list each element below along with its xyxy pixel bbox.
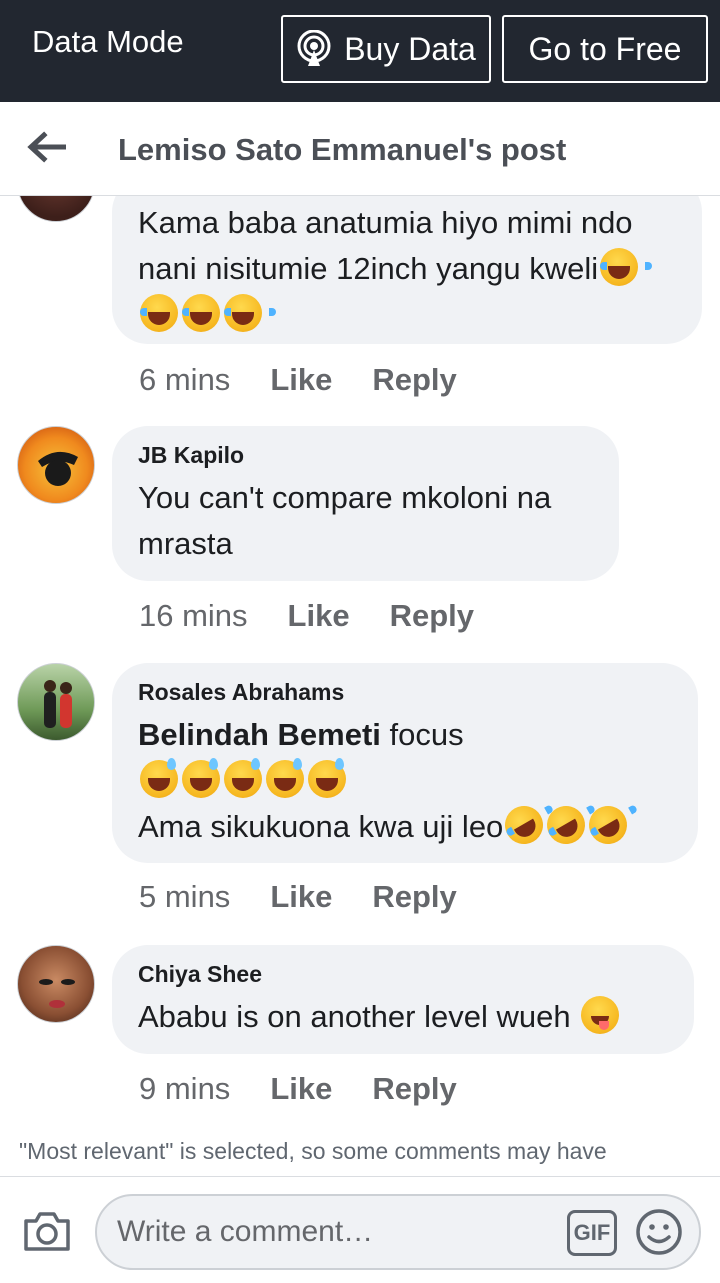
like-button[interactable]: Like [270,362,332,398]
reply-button[interactable]: Reply [372,362,456,398]
face-savoring-food-emoji-icon [581,996,620,1034]
comment-time: 6 mins [139,362,231,397]
comment-bubble[interactable]: Rosales Abrahams Belindah Bemeti focus A… [112,663,698,863]
comment-text: You can't compare mkoloni na mrasta [138,480,552,561]
like-button[interactable]: Like [270,879,332,915]
like-button[interactable]: Like [288,598,350,634]
camera-icon[interactable] [22,1209,72,1253]
avatar[interactable] [17,663,95,741]
reply-button[interactable]: Reply [390,598,474,634]
comment-time: 16 mins [139,598,248,633]
post-header: Lemiso Sato Emmanuel's post [0,102,720,196]
avatar-people-icon [44,680,72,728]
grinning-sweat-emoji-icon [266,758,304,798]
rolling-laughing-emoji-icon [498,799,551,851]
comment-input[interactable]: Write a comment… GIF [95,1194,701,1270]
smiley-icon[interactable] [635,1208,683,1256]
comment-meta: 5 mins Like Reply [139,879,497,915]
tears-of-joy-emoji-icon [600,248,653,286]
page-title: Lemiso Sato Emmanuel's post [118,132,567,167]
comment-author[interactable]: JB Kapilo [138,442,593,469]
tears-of-joy-emoji-icon [224,294,276,332]
comment-bubble[interactable]: Chiya Shee Ababu is on another level wue… [112,945,694,1054]
grinning-sweat-emoji-icon [224,758,262,798]
buy-data-label: Buy Data [344,30,476,67]
comment-author[interactable]: Chiya Shee [138,961,668,988]
most-relevant-notice: "Most relevant" is selected, so some com… [19,1138,607,1164]
comment-bubble[interactable]: Kama baba anatumia hiyo mimi ndo nani ni… [112,196,702,344]
back-arrow-icon[interactable] [26,130,66,164]
like-button[interactable]: Like [270,1071,332,1107]
reply-button[interactable]: Reply [372,1071,456,1107]
grinning-sweat-emoji-icon [140,758,178,798]
grinning-sweat-emoji-icon [308,758,346,798]
data-mode-label: Data Mode [32,24,184,59]
avatar-face-icon [39,979,75,1008]
avatar-figure-icon [38,451,78,486]
grinning-sweat-emoji-icon [182,758,220,798]
buy-data-button[interactable]: Buy Data [281,15,491,83]
comment-time: 5 mins [139,879,231,914]
comment-text: Ababu is on another level wueh [138,994,668,1040]
avatar[interactable] [17,426,95,504]
go-to-free-button[interactable]: Go to Free [502,15,708,83]
comment-placeholder: Write a comment… [117,1215,374,1248]
comment-time: 9 mins [139,1071,231,1106]
tears-of-joy-emoji-icon [140,294,192,332]
comment-list[interactable]: Kama baba anatumia hiyo mimi ndo nani ni… [0,196,720,1176]
comment-text: Kama baba anatumia hiyo mimi ndo nani ni… [138,200,676,338]
data-mode-bar: Data Mode Buy Data Go to Free [0,0,720,102]
comment-meta: 16 mins Like Reply [139,598,514,634]
avatar[interactable] [17,945,95,1023]
comment-meta: 6 mins Like Reply [139,362,497,398]
avatar[interactable] [17,196,95,222]
gif-button[interactable]: GIF [567,1210,617,1256]
broadcast-icon [297,30,331,66]
tears-of-joy-emoji-icon [182,294,234,332]
comment-composer: Write a comment… GIF [0,1176,720,1283]
comment-text: Belindah Bemeti focus Ama sikukuona kwa … [138,712,672,851]
comment-bubble[interactable]: JB Kapilo You can't compare mkoloni na m… [112,426,619,581]
comment-meta: 9 mins Like Reply [139,1071,497,1107]
go-to-free-label: Go to Free [528,30,682,67]
mention-link[interactable]: Belindah Bemeti [138,717,381,752]
comment-author[interactable]: Rosales Abrahams [138,679,672,706]
reply-button[interactable]: Reply [372,879,456,915]
